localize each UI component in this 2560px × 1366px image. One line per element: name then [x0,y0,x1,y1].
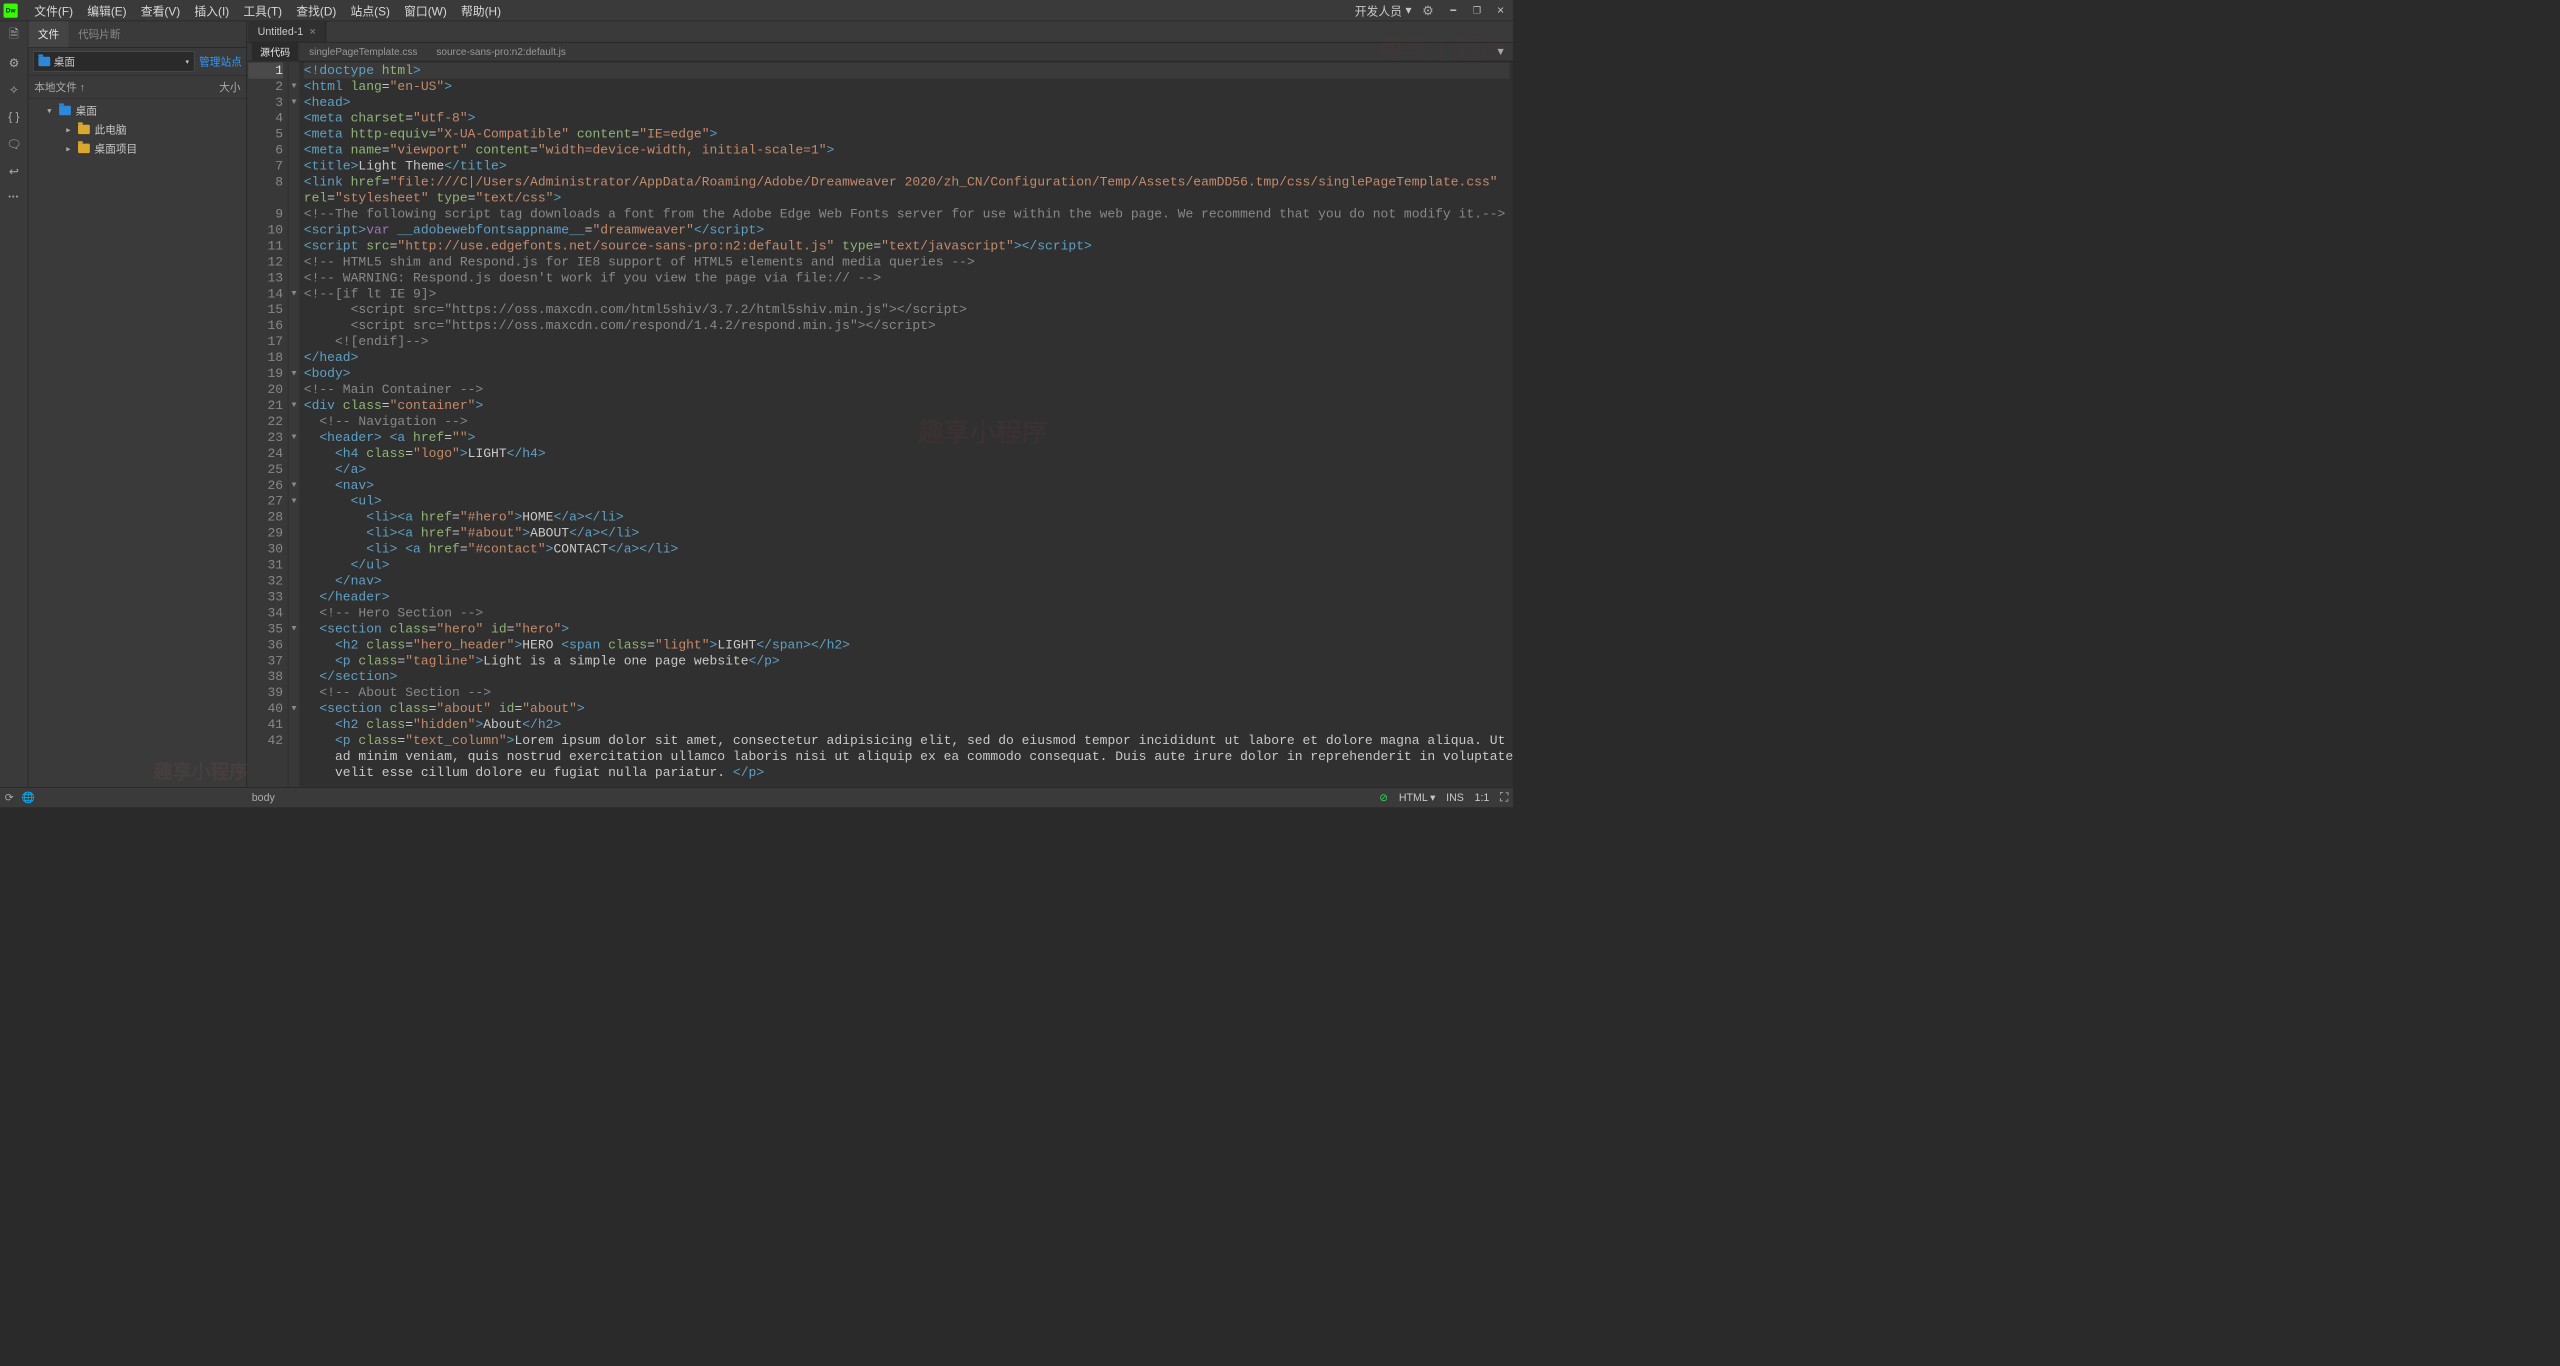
folder-icon [38,57,50,66]
wrap-icon[interactable]: ↩ [6,163,23,180]
menu-insert[interactable]: 插入(I) [188,0,235,21]
chevron-down-icon: ▾ [1406,3,1412,18]
panel-tab-files[interactable]: 文件 [28,21,68,47]
cursor-position[interactable]: 1:1 [1475,791,1490,803]
language-selector[interactable]: HTML ▾ [1399,791,1436,803]
tree-item-pc[interactable]: ▸ 此电脑 [31,120,244,139]
expander-icon[interactable]: ▸ [66,124,73,134]
titlebar: Dw 文件(F) 编辑(E) 查看(V) 插入(I) 工具(T) 查找(D) 站… [0,0,1513,21]
col-header-files[interactable]: 本地文件 ↑ [34,79,219,94]
menu-help[interactable]: 帮助(H) [455,0,507,21]
menu-find[interactable]: 查找(D) [290,0,342,21]
sync-settings-icon[interactable]: ⚙ [1422,3,1434,18]
site-dropdown[interactable]: 桌面 ▾ [33,51,194,71]
wand-icon[interactable]: ✧ [6,82,23,99]
tag-selector[interactable]: body [252,791,275,803]
subtab-js[interactable]: source-sans-pro:n2:default.js [428,43,574,61]
no-errors-icon[interactable]: ⊘ [1379,791,1388,803]
filter-icon[interactable]: ▼ [1495,46,1506,58]
window-restore-button[interactable]: ❐ [1468,3,1486,17]
col-header-size[interactable]: 大小 [219,79,240,94]
tree-item-desktop-items[interactable]: ▸ 桌面项目 [31,139,244,158]
tree-label: 桌面项目 [95,141,138,156]
site-dropdown-label: 桌面 [54,54,75,69]
code-editor[interactable]: 1234567891011121314151617181920212223242… [247,61,1513,787]
expander-icon[interactable]: ▾ [47,105,54,115]
subtab-source[interactable]: 源代码 [252,41,299,62]
refresh-icon[interactable]: ⟳ [5,791,14,803]
folder-icon [78,125,90,134]
subtab-css[interactable]: singlePageTemplate.css [301,43,426,61]
expander-icon[interactable]: ▸ [66,143,73,153]
document-tabs: Untitled-1 ✕ [247,21,1513,42]
menu-site[interactable]: 站点(S) [345,0,396,21]
related-files-bar: 源代码 singlePageTemplate.css source-sans-p… [247,43,1513,62]
settings-sliders-icon[interactable]: ⚙ [6,54,23,71]
menu-view[interactable]: 查看(V) [135,0,186,21]
chevron-down-icon: ▾ [1430,791,1435,803]
main-menu: 文件(F) 编辑(E) 查看(V) 插入(I) 工具(T) 查找(D) 站点(S… [28,0,507,21]
brackets-icon[interactable]: { } [6,109,23,126]
window-minimize-button[interactable]: ━ [1444,3,1462,17]
editor-area: Untitled-1 ✕ 源代码 singlePageTemplate.css … [247,21,1513,787]
folder-icon [59,106,71,115]
panel-tab-snippets[interactable]: 代码片断 [69,21,130,47]
menu-window[interactable]: 窗口(W) [398,0,452,21]
files-panel: 文件 代码片断 桌面 ▾ 管理站点 本地文件 ↑ 大小 ▾ 桌面 ▸ 此 [28,21,247,787]
expand-icon[interactable]: ⛶ [1500,791,1508,805]
doc-tab-untitled[interactable]: Untitled-1 ✕ [248,21,326,42]
close-icon[interactable]: ✕ [309,27,316,37]
workspace-label: 开发人员 [1355,2,1402,19]
file-management-icon[interactable]: 🗎 [6,27,23,44]
workspace-switcher[interactable]: 开发人员 ▾ [1355,2,1412,19]
menu-file[interactable]: 文件(F) [28,0,79,21]
tree-label: 桌面 [76,103,97,118]
statusbar: ⟳ 🌐 body ⊘ HTML ▾ INS 1:1 ⛶ [0,787,1513,807]
chevron-down-icon: ▾ [186,57,190,65]
tree-label: 此电脑 [95,122,127,137]
app-logo: Dw [4,3,18,17]
globe-icon[interactable]: 🌐 [22,791,35,803]
window-close-button[interactable]: ✕ [1492,3,1510,17]
manage-sites-link[interactable]: 管理站点 [199,54,242,69]
doc-tab-label: Untitled-1 [258,25,304,37]
left-rail: 🗎 ⚙ ✧ { } 🗨 ↩ ••• [0,21,28,787]
insert-mode[interactable]: INS [1446,791,1464,803]
menu-tools[interactable]: 工具(T) [237,0,288,21]
file-tree: ▾ 桌面 ▸ 此电脑 ▸ 桌面项目 [28,99,246,160]
menu-edit[interactable]: 编辑(E) [81,0,132,21]
more-tools-icon[interactable]: ••• [8,193,19,201]
language-label: HTML [1399,791,1428,803]
folder-icon [78,144,90,153]
tree-root[interactable]: ▾ 桌面 [31,101,244,120]
comment-icon[interactable]: 🗨 [6,136,23,153]
